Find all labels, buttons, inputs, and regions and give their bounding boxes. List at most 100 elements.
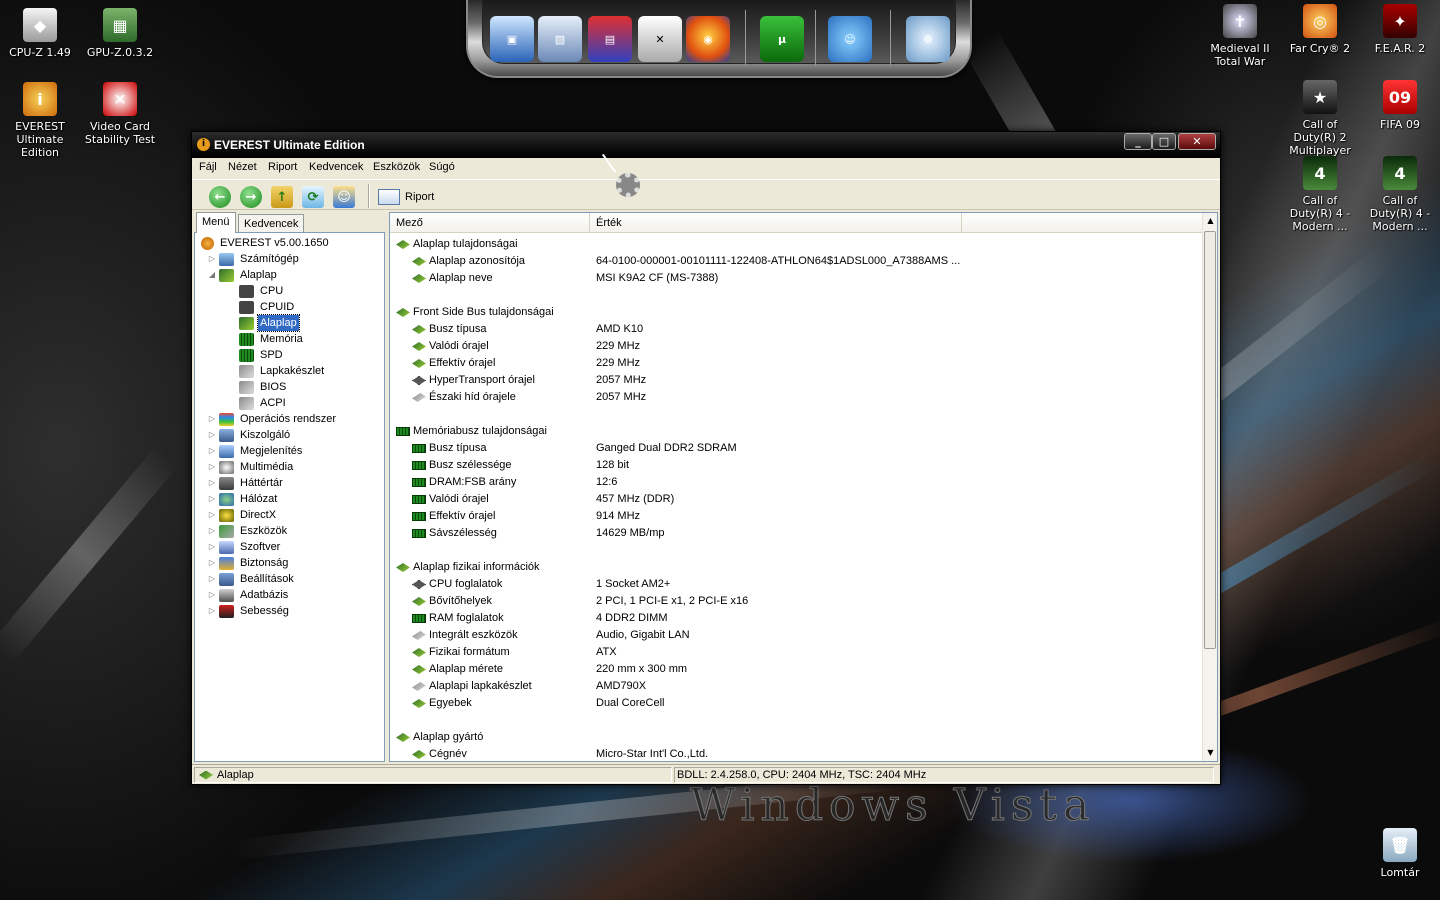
menu-item-1[interactable]: Nézet bbox=[228, 161, 257, 173]
detail-row[interactable]: Alaplap mérete 220 mm x 300 mm bbox=[390, 661, 1203, 678]
desktop-icon-recycle-bin[interactable]: 🗑 Lomtár bbox=[1360, 828, 1440, 879]
tree-item[interactable]: ▷ Megjelenítés bbox=[207, 443, 304, 459]
scroll-thumb[interactable] bbox=[1204, 231, 1216, 649]
column-value[interactable]: Érték bbox=[590, 213, 962, 233]
close-button[interactable]: ✕ bbox=[1178, 133, 1216, 150]
expand-arrow-icon[interactable]: ▷ bbox=[207, 603, 217, 619]
desktop-icon-cod4[interactable]: 4 Call of Duty(R) 4 - Modern ... bbox=[1360, 156, 1440, 233]
detail-row[interactable]: Fizikai formátum ATX bbox=[390, 644, 1203, 661]
maximize-button[interactable]: □ bbox=[1152, 133, 1176, 150]
desktop-icon-cpu-z[interactable]: ◆ CPU-Z 1.49 bbox=[0, 8, 80, 59]
expand-arrow-icon[interactable]: ▷ bbox=[207, 491, 217, 507]
group-row[interactable]: Alaplap tulajdonságai bbox=[390, 236, 1203, 253]
expand-arrow-icon[interactable]: ▷ bbox=[207, 523, 217, 539]
expand-arrow-icon[interactable]: ▷ bbox=[207, 507, 217, 523]
firefox-icon[interactable]: ◉ bbox=[686, 16, 730, 62]
detail-row[interactable]: Effektív órajel 914 MHz bbox=[390, 508, 1203, 525]
refresh-icon[interactable]: ⟳ bbox=[302, 186, 324, 208]
tree-item[interactable]: Alaplap bbox=[227, 314, 300, 332]
detail-row[interactable]: Effektív órajel 229 MHz bbox=[390, 355, 1203, 372]
up-folder-icon[interactable]: ↑ bbox=[271, 186, 293, 208]
xfire-icon[interactable]: ✕ bbox=[638, 16, 682, 62]
collapse-arrow-icon[interactable]: ◢ bbox=[207, 267, 217, 283]
tab-favorites[interactable]: Kedvencek bbox=[238, 214, 305, 232]
tree-item[interactable]: ▷ Háttértár bbox=[207, 475, 285, 491]
desktop-icon-cod4[interactable]: 4 Call of Duty(R) 4 - Modern ... bbox=[1280, 156, 1360, 233]
tree-item[interactable]: CPU bbox=[227, 283, 285, 299]
minimize-button[interactable]: _ bbox=[1124, 133, 1152, 150]
tree-root[interactable]: EVEREST v5.00.1650 bbox=[201, 235, 331, 251]
group-row[interactable]: Front Side Bus tulajdonságai bbox=[390, 304, 1203, 321]
desktop-icon-far-cry[interactable]: ◎ Far Cry® 2 bbox=[1280, 4, 1360, 55]
menu-item-2[interactable]: Riport bbox=[268, 161, 297, 173]
scroll-down-icon[interactable]: ▼ bbox=[1203, 745, 1218, 761]
desktop-icon-fifa09[interactable]: 09 FIFA 09 bbox=[1360, 80, 1440, 131]
tree-item[interactable]: SPD bbox=[227, 347, 285, 363]
detail-row[interactable]: Valódi órajel 229 MHz bbox=[390, 338, 1203, 355]
tree-item[interactable]: Lapkakészlet bbox=[227, 363, 326, 379]
detail-row[interactable]: Busz szélessége 128 bit bbox=[390, 457, 1203, 474]
detail-row[interactable]: Északi híd órajele 2057 MHz bbox=[390, 389, 1203, 406]
tree-item[interactable]: ◢ Alaplap bbox=[207, 267, 279, 283]
detail-row[interactable]: Integrált eszközök Audio, Gigabit LAN bbox=[390, 627, 1203, 644]
desktop-icon-fear2[interactable]: ✦ F.E.A.R. 2 bbox=[1360, 4, 1440, 55]
detail-row[interactable]: HyperTransport órajel 2057 MHz bbox=[390, 372, 1203, 389]
tree-item[interactable]: ▷ Operációs rendszer bbox=[207, 411, 338, 427]
tree-item[interactable]: Memória bbox=[227, 331, 305, 347]
detail-row[interactable]: Sávszélesség 14629 MB/mp bbox=[390, 525, 1203, 542]
tab-menu[interactable]: Menü bbox=[196, 212, 236, 233]
desktop-icon-everest[interactable]: i EVEREST Ultimate Edition bbox=[0, 82, 80, 159]
detail-row[interactable]: Cégnév Micro-Star Int'l Co.,Ltd. bbox=[390, 746, 1203, 761]
group-row[interactable]: Memóriabusz tulajdonságai bbox=[390, 423, 1203, 440]
tree-item[interactable]: ▷ Számítógép bbox=[207, 251, 301, 267]
expand-arrow-icon[interactable]: ▷ bbox=[207, 443, 217, 459]
expand-arrow-icon[interactable]: ▷ bbox=[207, 411, 217, 427]
detail-row[interactable]: Busz típusa Ganged Dual DDR2 SDRAM bbox=[390, 440, 1203, 457]
tree-item[interactable]: BIOS bbox=[227, 379, 288, 395]
users-icon[interactable]: ☺ bbox=[333, 186, 355, 208]
title-bar[interactable]: i EVEREST Ultimate Edition _ □ ✕ bbox=[192, 132, 1220, 158]
expand-arrow-icon[interactable]: ▷ bbox=[207, 571, 217, 587]
tree-item[interactable]: ▷ Multimédia bbox=[207, 459, 295, 475]
detail-row[interactable]: Alaplap neve MSI K9A2 CF (MS-7388) bbox=[390, 270, 1203, 287]
vertical-scrollbar[interactable]: ▲ ▼ bbox=[1202, 213, 1217, 761]
desktop-icon-gpu-z[interactable]: ▦ GPU-Z.0.3.2 bbox=[80, 8, 160, 59]
utorrent-icon[interactable]: µ bbox=[760, 16, 804, 62]
tree-item[interactable]: ▷ Hálózat bbox=[207, 491, 279, 507]
tree-item[interactable]: ▷ Beállítások bbox=[207, 571, 296, 587]
forward-icon[interactable]: → bbox=[240, 186, 262, 208]
menu-item-5[interactable]: Súgó bbox=[429, 161, 455, 173]
expand-arrow-icon[interactable]: ▷ bbox=[207, 555, 217, 571]
expand-arrow-icon[interactable]: ▷ bbox=[207, 427, 217, 443]
network-icon[interactable]: ▧ bbox=[538, 16, 582, 62]
save-icon[interactable]: ▤ bbox=[588, 16, 632, 62]
scroll-up-icon[interactable]: ▲ bbox=[1203, 213, 1218, 229]
detail-row[interactable]: Egyebek Dual CoreCell bbox=[390, 695, 1203, 712]
group-row[interactable]: Alaplap gyártó bbox=[390, 729, 1203, 746]
expand-arrow-icon[interactable]: ▷ bbox=[207, 587, 217, 603]
tree-item[interactable]: ▷ Biztonság bbox=[207, 555, 290, 571]
messenger-icon[interactable]: ☺ bbox=[828, 16, 872, 62]
tree-item[interactable]: ACPI bbox=[227, 395, 288, 411]
report-button[interactable]: Riport bbox=[378, 185, 434, 209]
menu-item-0[interactable]: Fájl bbox=[199, 161, 217, 173]
settings-gear-icon[interactable]: ⚙ bbox=[906, 16, 950, 62]
expand-arrow-icon[interactable]: ▷ bbox=[207, 459, 217, 475]
menu-item-3[interactable]: Kedvencek bbox=[309, 161, 363, 173]
desktop-icon-medieval[interactable]: ✝ Medieval II Total War bbox=[1200, 4, 1280, 68]
group-row[interactable]: Alaplap fizikai információk bbox=[390, 559, 1203, 576]
expand-arrow-icon[interactable]: ▷ bbox=[207, 475, 217, 491]
tree-item[interactable]: ▷ Sebesség bbox=[207, 603, 291, 619]
column-field[interactable]: Mező bbox=[390, 213, 590, 233]
menu-item-4[interactable]: Eszközök bbox=[373, 161, 420, 173]
tree-item[interactable]: CPUID bbox=[227, 299, 296, 315]
desktop-icon-video-card-test[interactable]: ✕ Video Card Stability Test bbox=[80, 82, 160, 146]
expand-arrow-icon[interactable]: ▷ bbox=[207, 251, 217, 267]
tree-item[interactable]: ▷ Kiszolgáló bbox=[207, 427, 292, 443]
detail-row[interactable]: RAM foglalatok 4 DDR2 DIMM bbox=[390, 610, 1203, 627]
tree-item[interactable]: ▷ Eszközök bbox=[207, 523, 289, 539]
tree-item[interactable]: ▷ DirectX bbox=[207, 507, 278, 523]
expand-arrow-icon[interactable]: ▷ bbox=[207, 539, 217, 555]
detail-row[interactable]: CPU foglalatok 1 Socket AM2+ bbox=[390, 576, 1203, 593]
desktop-icon-cod2[interactable]: ★ Call of Duty(R) 2 Multiplayer bbox=[1280, 80, 1360, 157]
